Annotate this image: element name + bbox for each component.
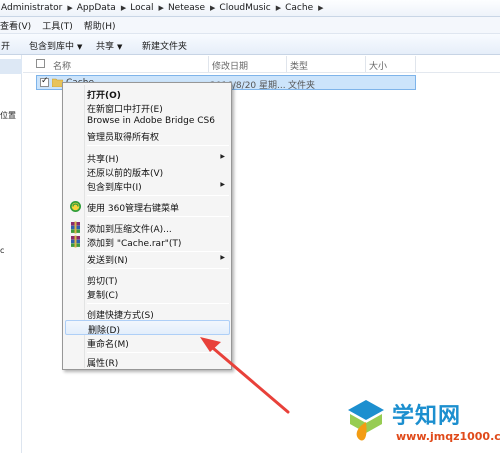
column-size[interactable]: 大小 (369, 59, 387, 72)
menu-item-cut[interactable]: 剪切(T) (65, 272, 230, 287)
submenu-arrow-icon: ▶ (220, 153, 225, 160)
chevron-right-icon: ▶ (120, 4, 127, 12)
menu-separator (87, 303, 229, 304)
breadcrumb-cache[interactable]: Cache ▶ (285, 3, 327, 13)
menu-view[interactable]: 查看(V) (0, 19, 31, 32)
menu-separator (87, 352, 229, 353)
menu-separator (87, 145, 229, 146)
column-name[interactable]: 名称 (53, 59, 71, 72)
chevron-right-icon: ▶ (275, 4, 282, 12)
menu-bar: 查看(V) 工具(T) 帮助(H) (0, 17, 500, 34)
watermark-title: 学知网 (392, 404, 462, 429)
column-header: 名称 修改日期 类型 大小 (23, 55, 500, 73)
menu-item-360-manager[interactable]: 使用 360管理右键菜单 (65, 199, 230, 214)
menu-item-create-shortcut[interactable]: 创建快捷方式(S) (65, 306, 230, 321)
menu-item-include-in-library[interactable]: 包含到库中(I) ▶ (65, 178, 230, 193)
menu-item-open-new-window[interactable]: 在新窗口中打开(E) (65, 100, 230, 115)
context-menu: 打开(O) 在新窗口中打开(E) Browse in Adobe Bridge … (62, 82, 232, 370)
share-button[interactable]: 共享 ▼ (96, 39, 122, 52)
column-modified[interactable]: 修改日期 (212, 59, 248, 72)
menu-item-add-to-cache-rar[interactable]: 添加到 "Cache.rar"(T) (65, 234, 230, 249)
new-folder-button[interactable]: 新建文件夹 (142, 39, 187, 52)
breadcrumb-administrator[interactable]: Administrator ▶ (1, 3, 77, 13)
menu-item-open[interactable]: 打开(O) (65, 86, 230, 101)
winrar-archive-icon (71, 235, 80, 248)
menu-item-rename[interactable]: 重命名(M) (65, 335, 230, 350)
menu-item-share[interactable]: 共享(H) ▶ (65, 150, 230, 165)
winrar-archive-icon (71, 221, 80, 234)
menu-item-browse-in-bridge[interactable]: Browse in Adobe Bridge CS6 (65, 114, 230, 129)
column-type[interactable]: 类型 (290, 59, 308, 72)
menu-help[interactable]: 帮助(H) (84, 19, 116, 32)
column-divider[interactable] (365, 56, 366, 72)
submenu-arrow-icon: ▶ (220, 254, 225, 261)
select-all-checkbox[interactable] (36, 59, 45, 68)
watermark-logo-icon (348, 400, 384, 441)
menu-item-send-to[interactable]: 发送到(N) ▶ (65, 251, 230, 266)
address-bar[interactable]: Administrator ▶ AppData ▶ Local ▶ Netease ▶ … (0, 0, 500, 17)
submenu-arrow-icon: ▶ (220, 181, 225, 188)
include-in-library-button[interactable]: 包含到库中 ▼ (29, 39, 82, 52)
menu-item-delete[interactable]: 删除(D) (65, 320, 230, 336)
menu-separator (87, 216, 229, 217)
breadcrumb-cloudmusic[interactable]: CloudMusic ▶ (219, 3, 285, 13)
file-type: 文件夹 (288, 81, 316, 91)
chevron-right-icon: ▶ (318, 4, 324, 12)
menu-separator (87, 268, 229, 269)
nav-selected-highlight (0, 59, 22, 74)
menu-item-take-ownership[interactable]: 管理员取得所有权 (65, 128, 230, 143)
breadcrumb-appdata[interactable]: AppData ▶ (77, 3, 130, 13)
site-watermark: 学知网 www.jmqz1000.com (340, 392, 500, 453)
open-button[interactable]: 开 (1, 39, 10, 52)
navigation-pane[interactable]: 位置 c (0, 55, 22, 453)
dropdown-arrow-icon: ▼ (77, 43, 83, 51)
breadcrumb-local[interactable]: Local ▶ (130, 3, 168, 13)
dropdown-arrow-icon: ▼ (117, 43, 123, 51)
menu-separator (87, 195, 229, 196)
watermark-url: www.jmqz1000.com (396, 430, 500, 443)
menu-item-copy[interactable]: 复制(C) (65, 286, 230, 301)
menu-item-restore-versions[interactable]: 还原以前的版本(V) (65, 164, 230, 179)
chevron-right-icon: ▶ (67, 4, 73, 12)
chevron-right-icon: ▶ (158, 4, 164, 12)
chevron-right-icon: ▶ (210, 4, 216, 12)
command-toolbar: 开 包含到库中 ▼ 共享 ▼ 新建文件夹 (0, 34, 500, 55)
menu-tools[interactable]: 工具(T) (42, 19, 73, 32)
column-divider[interactable] (286, 56, 287, 72)
nav-item-drive[interactable]: c (0, 246, 4, 255)
menu-item-properties[interactable]: 属性(R) (65, 354, 230, 369)
column-divider[interactable] (208, 56, 209, 72)
nav-item-location[interactable]: 位置 (0, 110, 16, 121)
column-divider[interactable] (415, 56, 416, 72)
menu-item-add-to-archive[interactable]: 添加到压缩文件(A)... (65, 220, 230, 235)
360-security-icon (70, 201, 81, 212)
file-row-checkbox[interactable] (40, 76, 49, 87)
breadcrumb-netease[interactable]: Netease ▶ (168, 3, 219, 13)
